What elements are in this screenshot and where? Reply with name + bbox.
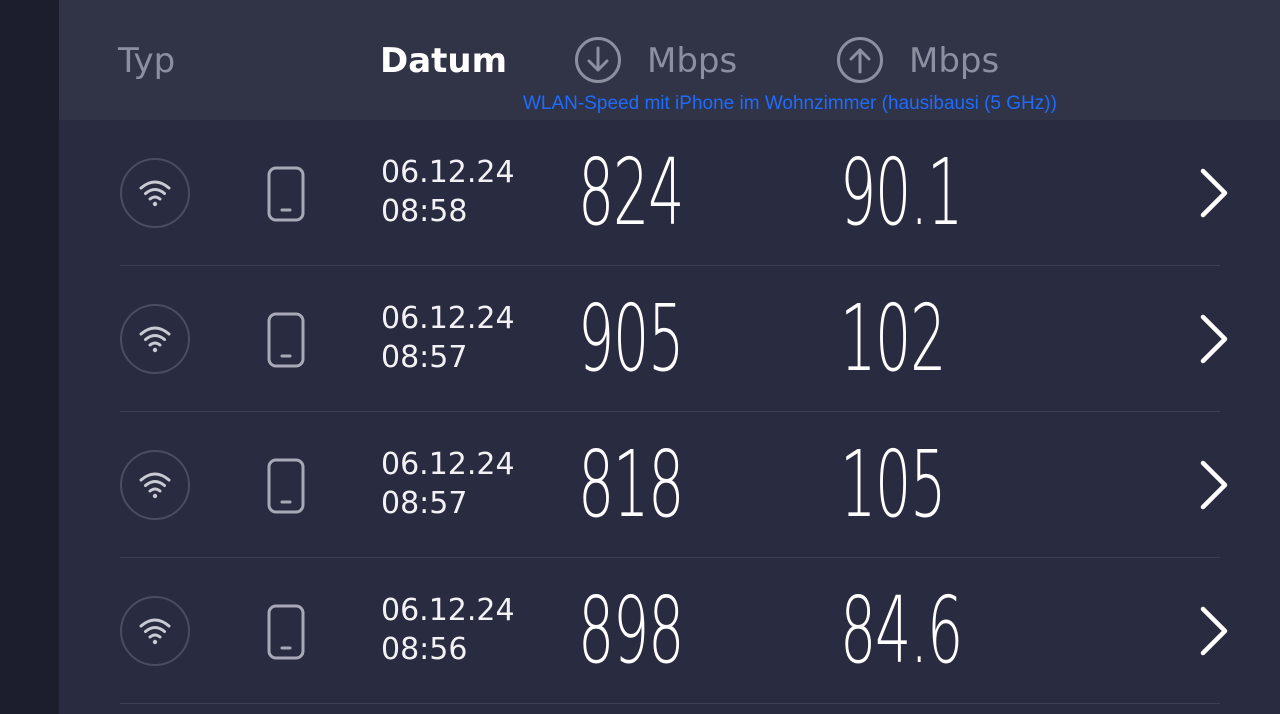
- header-typ[interactable]: Typ: [118, 40, 175, 82]
- row-date: 06.12.24: [381, 593, 515, 628]
- row-time: 08:56: [381, 632, 468, 667]
- row-time: 08:57: [381, 340, 468, 375]
- wifi-icon: [120, 596, 190, 666]
- header-datum[interactable]: Datum: [380, 40, 507, 82]
- row-date: 06.12.24: [381, 447, 515, 482]
- phone-icon: [267, 604, 305, 660]
- header-upload-unit[interactable]: Mbps: [909, 40, 999, 82]
- row-download-value: 905: [578, 285, 684, 392]
- chevron-right-icon[interactable]: [1195, 605, 1231, 657]
- result-row[interactable]: 06.12.24 08:56 898 84.6: [59, 558, 1280, 704]
- wifi-icon: [120, 304, 190, 374]
- row-date: 06.12.24: [381, 155, 515, 190]
- chevron-right-icon[interactable]: [1195, 313, 1231, 365]
- row-upload-value: 90.1: [840, 139, 963, 246]
- chevron-right-icon[interactable]: [1195, 167, 1231, 219]
- row-upload-value: 105: [840, 431, 946, 538]
- row-upload-value: 102: [840, 285, 946, 392]
- row-date: 06.12.24: [381, 301, 515, 336]
- row-download-value: 898: [578, 577, 684, 684]
- chevron-right-icon[interactable]: [1195, 459, 1231, 511]
- image-caption: WLAN-Speed mit iPhone im Wohnzimmer (hau…: [523, 93, 1057, 114]
- phone-icon: [267, 312, 305, 368]
- wifi-icon: [120, 450, 190, 520]
- row-time: 08:58: [381, 194, 468, 229]
- row-time: 08:57: [381, 486, 468, 521]
- row-download-value: 824: [578, 139, 684, 246]
- phone-icon: [267, 166, 305, 222]
- wifi-icon: [120, 158, 190, 228]
- arrow-up-circle-icon[interactable]: [836, 36, 884, 84]
- result-row[interactable]: 06.12.24 08:58 824 90.1: [59, 120, 1280, 266]
- row-divider: [120, 703, 1220, 704]
- result-row[interactable]: 06.12.24 08:57 905 102: [59, 266, 1280, 412]
- arrow-down-circle-icon[interactable]: [574, 36, 622, 84]
- result-row[interactable]: 06.12.24 08:57 818 105: [59, 412, 1280, 558]
- header-download-unit[interactable]: Mbps: [647, 40, 737, 82]
- left-sidebar-strip: [0, 0, 59, 714]
- row-upload-value: 84.6: [840, 577, 963, 684]
- row-download-value: 818: [578, 431, 684, 538]
- phone-icon: [267, 458, 305, 514]
